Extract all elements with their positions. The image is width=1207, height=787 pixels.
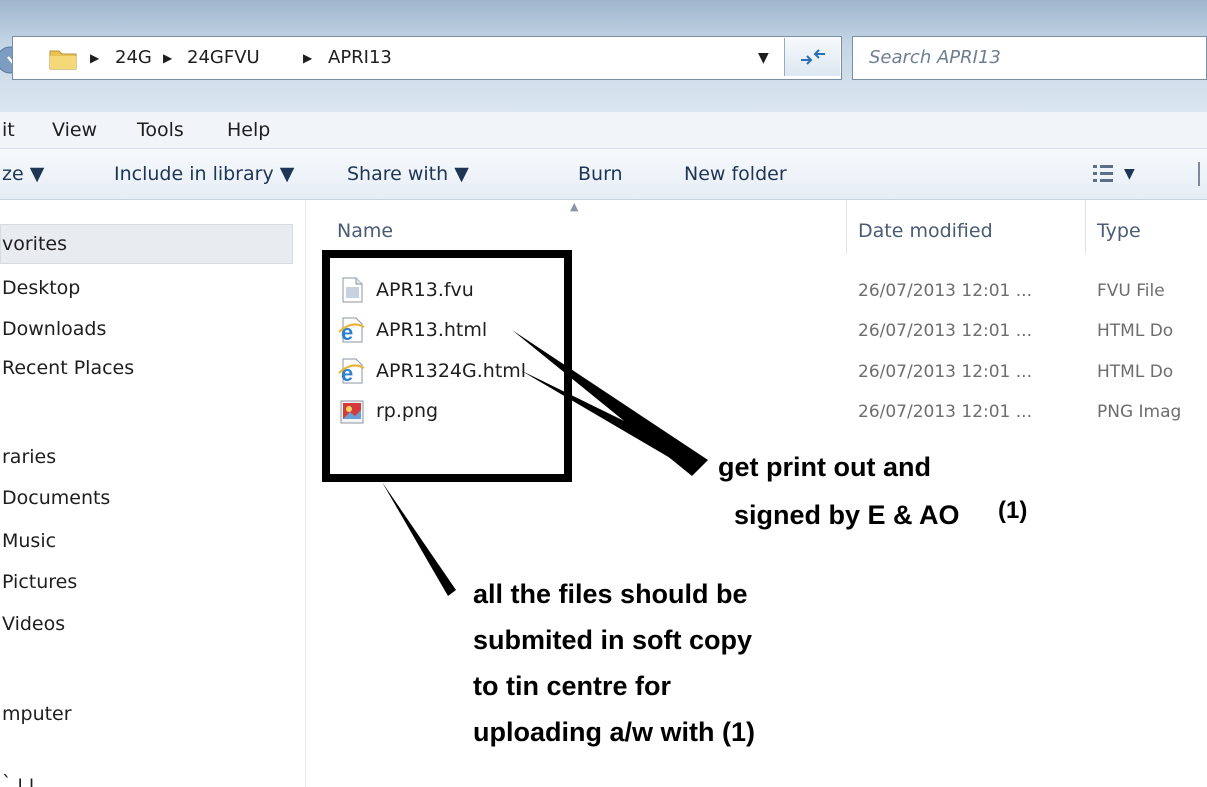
annotation-note-line: uploading a/w with (1) [473,717,755,747]
annotation-note-line: signed by E & AO [734,500,960,530]
annotation-note-line: get print out and [718,452,931,482]
annotation-pointer-line [382,482,456,596]
annotation-ref-number: (1) [998,497,1028,524]
annotation-arrow-line [520,370,700,472]
annotation-note-line: all the files should be [473,579,748,609]
annotation-note-line: submited in soft copy [473,625,753,655]
annotation-note-line: to tin centre for [473,671,672,701]
